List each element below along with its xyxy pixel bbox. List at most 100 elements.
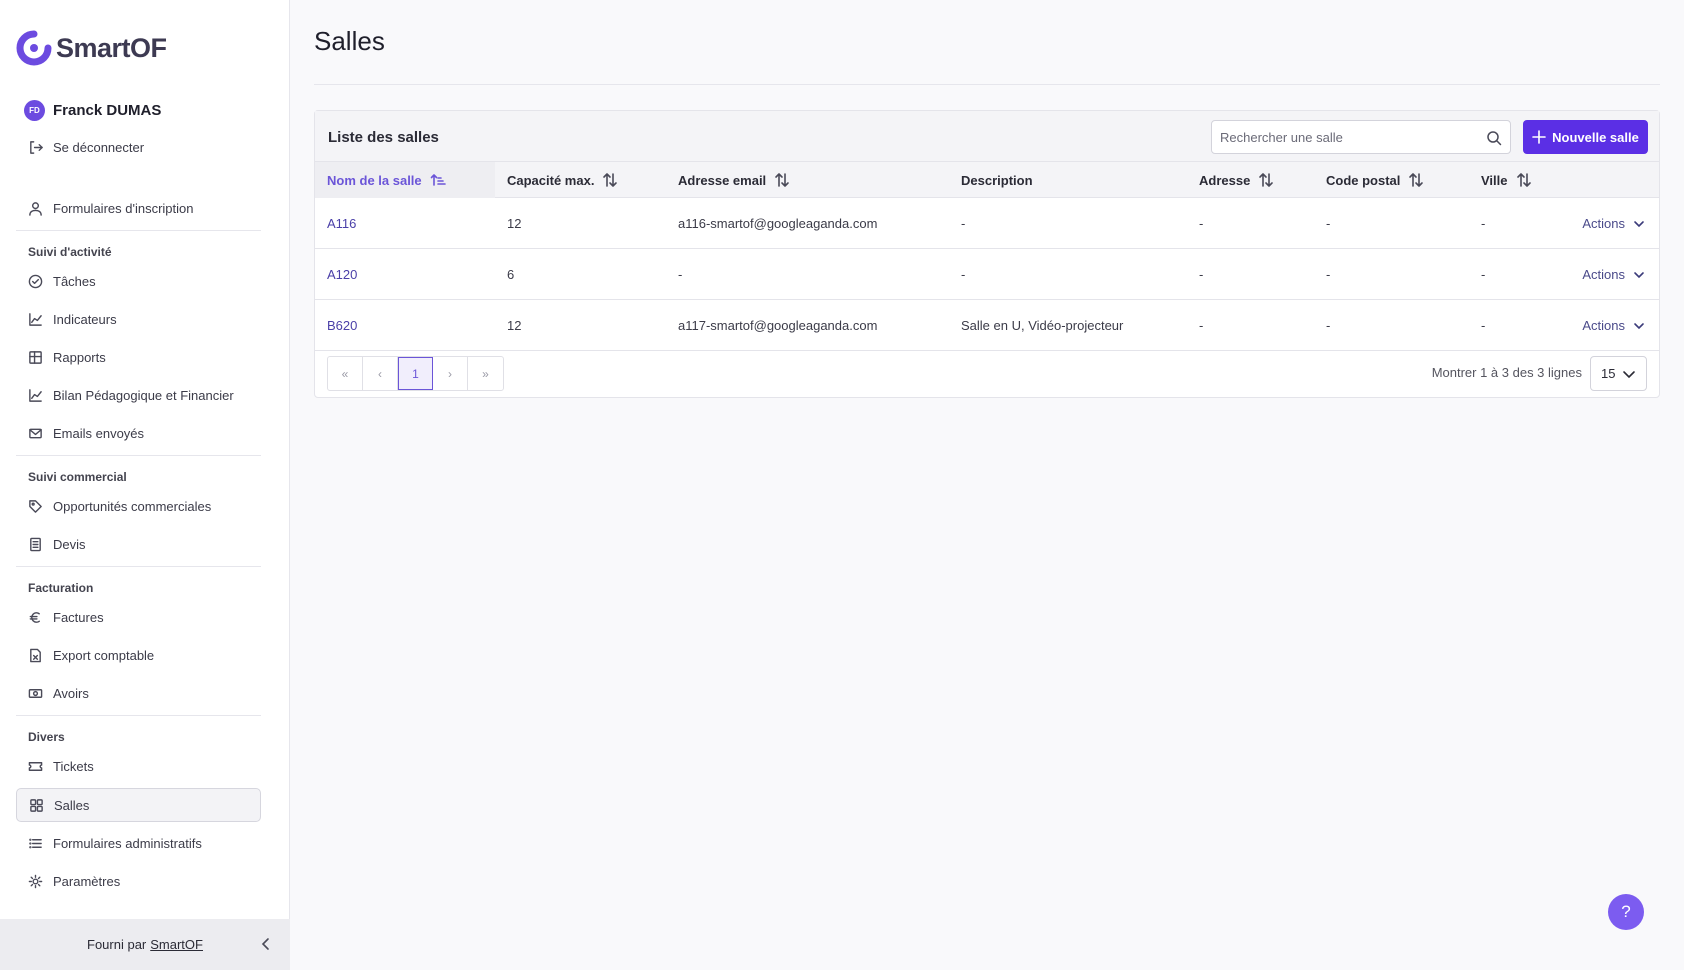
- column-header-email[interactable]: Adresse email: [666, 162, 946, 198]
- new-room-button[interactable]: Nouvelle salle: [1523, 120, 1648, 154]
- room-postal-code: -: [1326, 216, 1331, 231]
- tag-icon: [29, 499, 42, 513]
- section-title-facturation: Facturation: [28, 581, 94, 595]
- check-circle-icon: [28, 274, 43, 288]
- document-icon: [30, 537, 41, 551]
- chart-line-icon: [29, 312, 42, 326]
- room-name-link[interactable]: A120: [315, 249, 357, 300]
- column-header-name[interactable]: Nom de la salle: [315, 162, 495, 198]
- column-label: Adresse email: [678, 172, 767, 188]
- sidebar-item-bilan[interactable]: Bilan Pédagogique et Financier: [16, 378, 261, 412]
- page-button-current[interactable]: 1: [398, 357, 433, 390]
- new-room-label: Nouvelle salle: [1552, 129, 1639, 145]
- divider: [16, 566, 261, 567]
- sidebar-item-taches[interactable]: Tâches: [16, 264, 261, 298]
- column-header-description: Description: [949, 162, 1179, 198]
- search-box: [1211, 120, 1511, 154]
- sidebar-item-factures[interactable]: Factures: [16, 600, 261, 634]
- sidebar: SmartOF FD Franck DUMAS Se déconnecter F…: [0, 0, 290, 970]
- sidebar-item-indicateurs[interactable]: Indicateurs: [16, 302, 261, 336]
- euro-icon: [29, 611, 40, 623]
- banknote-icon: [28, 688, 43, 698]
- section-title-suivi-commercial: Suivi commercial: [28, 470, 127, 484]
- room-email: -: [678, 267, 683, 282]
- first-page-button[interactable]: «: [328, 357, 363, 390]
- column-label: Adresse: [1199, 172, 1251, 188]
- table-row: A120 6 - - - - - Actions: [315, 249, 1659, 300]
- sidebar-item-label: Formulaires d'inscription: [53, 200, 194, 216]
- ticket-icon: [28, 761, 43, 771]
- table-row: B620 12 a117-smartof@googleaganda.com Sa…: [315, 300, 1659, 351]
- column-header-city[interactable]: Ville: [1469, 162, 1579, 198]
- next-page-button[interactable]: ›: [433, 357, 468, 390]
- table-icon: [29, 350, 42, 364]
- sidebar-item-parametres[interactable]: Paramètres: [16, 864, 261, 898]
- chevron-down-icon: [1634, 322, 1644, 329]
- chart-line-icon: [29, 388, 42, 402]
- sidebar-item-label: Factures: [53, 609, 104, 625]
- gear-icon: [28, 874, 43, 888]
- sidebar-item-formulaires-admin[interactable]: Formulaires administratifs: [16, 826, 261, 860]
- section-title-divers: Divers: [28, 730, 65, 744]
- sidebar-item-label: Salles: [54, 797, 90, 813]
- sidebar-item-export[interactable]: Export comptable: [16, 638, 261, 672]
- actions-label: Actions: [1582, 216, 1625, 231]
- search-input[interactable]: [1212, 121, 1472, 153]
- actions-dropdown[interactable]: Actions: [1582, 249, 1645, 300]
- sidebar-item-devis[interactable]: Devis: [16, 527, 261, 561]
- sidebar-footer: Fourni par SmartOF: [0, 919, 290, 970]
- footer-prefix: Fourni par: [87, 937, 147, 952]
- logout-link[interactable]: Se déconnecter: [16, 130, 261, 164]
- room-address: -: [1199, 318, 1204, 333]
- column-label: Capacité max.: [507, 172, 595, 188]
- divider: [314, 84, 1660, 85]
- column-header-postal-code[interactable]: Code postal: [1314, 162, 1464, 198]
- sidebar-item-opportunites[interactable]: Opportunités commerciales: [16, 489, 261, 523]
- user-name: Franck DUMAS: [53, 102, 162, 119]
- sidebar-item-label: Opportunités commerciales: [53, 498, 212, 514]
- column-header-capacity[interactable]: Capacité max.: [495, 162, 665, 198]
- room-city: -: [1481, 216, 1486, 231]
- rows-info: Montrer 1 à 3 des 3 lignes: [1431, 365, 1582, 380]
- prev-page-button[interactable]: ‹: [363, 357, 398, 390]
- sidebar-item-salles[interactable]: Salles: [16, 788, 261, 822]
- room-address: -: [1199, 267, 1204, 282]
- room-city: -: [1481, 267, 1486, 282]
- sort-icon: [603, 173, 618, 187]
- help-button[interactable]: ?: [1608, 894, 1644, 930]
- chevron-down-icon: [1634, 271, 1644, 278]
- sidebar-item-label: Tâches: [53, 273, 96, 289]
- room-description: -: [961, 267, 966, 282]
- room-name-link[interactable]: B620: [315, 300, 357, 351]
- room-name-link[interactable]: A116: [315, 198, 356, 249]
- sidebar-item-rapports[interactable]: Rapports: [16, 340, 261, 374]
- avatar: FD: [24, 100, 45, 121]
- room-email: a116-smartof@googleaganda.com: [678, 216, 878, 231]
- last-page-button[interactable]: »: [468, 357, 503, 390]
- room-postal-code: -: [1326, 267, 1331, 282]
- actions-dropdown[interactable]: Actions: [1582, 198, 1645, 249]
- sort-icon: [1516, 173, 1531, 187]
- page-title: Salles: [314, 26, 385, 56]
- chevron-left-icon[interactable]: [258, 936, 274, 952]
- chevron-down-icon: [1634, 220, 1644, 227]
- actions-dropdown[interactable]: Actions: [1582, 300, 1645, 351]
- sidebar-item-label: Export comptable: [53, 647, 155, 663]
- column-label: Ville: [1481, 172, 1508, 188]
- per-page-select[interactable]: 15: [1590, 356, 1647, 391]
- column-header-address[interactable]: Adresse: [1187, 162, 1307, 198]
- sort-ascending-icon: [430, 174, 446, 186]
- search-icon[interactable]: [1486, 130, 1502, 146]
- sidebar-item-tickets[interactable]: Tickets: [16, 749, 261, 783]
- logo[interactable]: SmartOF: [16, 30, 167, 66]
- sidebar-item-avoirs[interactable]: Avoirs: [16, 676, 261, 710]
- mail-icon: [29, 428, 42, 438]
- room-city: -: [1481, 318, 1486, 333]
- sidebar-item-emails[interactable]: Emails envoyés: [16, 416, 261, 450]
- per-page-value: 15: [1601, 366, 1616, 381]
- sidebar-item-label: Avoirs: [53, 685, 89, 701]
- room-capacity: 12: [507, 318, 522, 333]
- sidebar-item-formulaires-inscription[interactable]: Formulaires d'inscription: [16, 191, 261, 225]
- footer-link[interactable]: SmartOF: [150, 937, 203, 952]
- room-description: -: [961, 216, 966, 231]
